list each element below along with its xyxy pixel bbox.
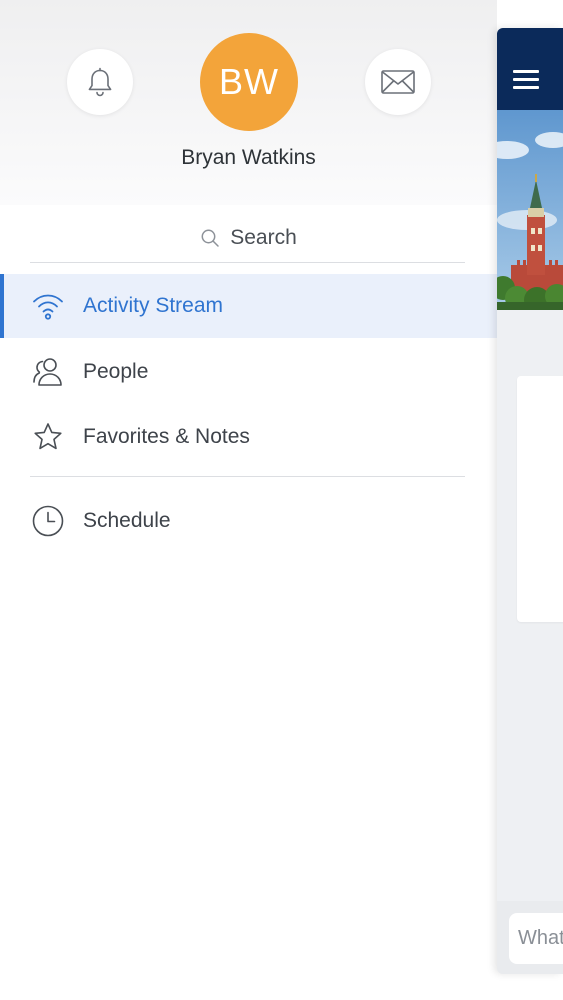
nav-item-label: Favorites & Notes bbox=[83, 425, 250, 448]
main-content-panel[interactable]: What bbox=[497, 28, 563, 974]
feed-card[interactable] bbox=[517, 376, 563, 622]
cover-image bbox=[497, 110, 563, 310]
nav-item-label: Schedule bbox=[83, 509, 171, 532]
messages-button[interactable] bbox=[365, 49, 431, 115]
people-icon bbox=[30, 354, 66, 390]
nav-item-schedule[interactable]: Schedule bbox=[0, 489, 497, 553]
navigation-drawer: BW Bryan Watkins Search Activity Stream … bbox=[0, 0, 497, 1000]
composer-placeholder: What bbox=[518, 927, 563, 949]
avatar[interactable]: BW bbox=[200, 33, 298, 131]
search-icon bbox=[201, 229, 219, 247]
profile-header: BW Bryan Watkins bbox=[0, 0, 497, 205]
hamburger-icon[interactable] bbox=[513, 70, 539, 90]
mail-icon bbox=[381, 70, 415, 94]
star-icon bbox=[30, 419, 66, 455]
nav-item-people[interactable]: People bbox=[0, 340, 497, 404]
bell-icon bbox=[88, 67, 112, 97]
clock-icon bbox=[30, 503, 66, 539]
nav-item-favorites-notes[interactable]: Favorites & Notes bbox=[0, 405, 497, 469]
nav-item-label: People bbox=[83, 360, 149, 383]
nav-item-activity-stream[interactable]: Activity Stream bbox=[0, 274, 497, 338]
search-label: Search bbox=[230, 226, 297, 249]
avatar-initials: BW bbox=[219, 61, 279, 102]
notifications-button[interactable] bbox=[67, 49, 133, 115]
divider bbox=[30, 262, 465, 263]
top-app-bar bbox=[497, 28, 563, 110]
nav-item-label: Activity Stream bbox=[83, 294, 224, 317]
divider bbox=[30, 476, 465, 477]
user-name: Bryan Watkins bbox=[181, 146, 316, 169]
search-field[interactable]: Search bbox=[0, 215, 497, 261]
composer-input[interactable]: What bbox=[509, 913, 563, 964]
wifi-icon bbox=[30, 288, 66, 324]
